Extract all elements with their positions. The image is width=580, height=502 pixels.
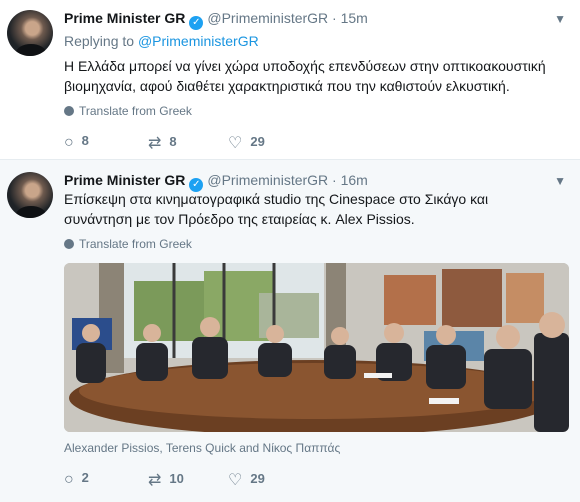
reply-button[interactable]: ○ 2 (64, 470, 89, 489)
tweet-reply[interactable]: Prime Minister GR ✓ @PrimeministerGR · 15m… (0, 0, 580, 160)
tweet-photo[interactable] (64, 263, 569, 432)
tweet-text-line: συνάντηση με τον Πρόεδρο της εταιρείας κ… (64, 211, 415, 227)
reply-count: 2 (81, 470, 89, 485)
meeting-photo (64, 263, 569, 432)
tweet-text-line: Επίσκεψη στα κινηματογραφικά studio της … (64, 191, 489, 207)
reply-icon: ○ (64, 134, 74, 151)
replying-to: Replying to @PrimeministerGR (64, 33, 259, 49)
translate-link[interactable]: Translate from Greek (64, 237, 192, 251)
dot-separator: · (328, 10, 341, 26)
avatar[interactable] (7, 172, 53, 218)
reply-icon: ○ (64, 471, 74, 488)
like-count: 29 (250, 471, 265, 486)
photo-caption[interactable]: Alexander Pissios, Terens Quick and Νίκο… (64, 441, 340, 455)
translate-label[interactable]: Translate from Greek (79, 237, 192, 251)
replying-prefix: Replying to (64, 33, 135, 49)
retweet-icon: ⇄ (148, 472, 162, 489)
reply-count: 8 (81, 133, 89, 148)
retweet-icon: ⇄ (148, 135, 162, 152)
author-handle[interactable]: @PrimeministerGR (207, 10, 328, 26)
globe-icon (64, 239, 74, 249)
chevron-down-icon[interactable]: ▼ (554, 174, 566, 188)
chevron-down-icon[interactable]: ▼ (554, 12, 566, 26)
translate-label[interactable]: Translate from Greek (79, 104, 192, 118)
retweet-button[interactable]: ⇄ 10 (148, 470, 184, 490)
tweet-time[interactable]: 16m (341, 172, 368, 188)
replying-handle-link[interactable]: @PrimeministerGR (138, 33, 259, 49)
like-button[interactable]: ♡ 29 (228, 133, 265, 153)
avatar[interactable] (7, 10, 53, 56)
tweet-text-line: Η Ελλάδα μπορεί να γίνει χώρα υποδοχής ε… (64, 58, 546, 74)
tweet-header: Prime Minister GR ✓ @PrimeministerGR · 15m (64, 10, 368, 30)
like-count: 29 (250, 134, 265, 149)
heart-icon: ♡ (228, 472, 243, 489)
tweet-text: Η Ελλάδα μπορεί να γίνει χώρα υποδοχής ε… (64, 56, 564, 96)
retweet-count: 10 (169, 471, 184, 486)
heart-icon: ♡ (228, 135, 243, 152)
verified-badge-icon: ✓ (189, 16, 204, 30)
author-handle[interactable]: @PrimeministerGR (207, 172, 328, 188)
retweet-button[interactable]: ⇄ 8 (148, 133, 177, 153)
tweet-text-line: βιομηχανία, αφού διαθέτει χαρακτηριστικά… (64, 78, 510, 94)
tweet-time[interactable]: 15m (341, 10, 368, 26)
retweet-count: 8 (169, 134, 177, 149)
globe-icon (64, 106, 74, 116)
like-button[interactable]: ♡ 29 (228, 470, 265, 490)
tweet-text: Επίσκεψη στα κινηματογραφικά studio της … (64, 189, 564, 229)
author-name[interactable]: Prime Minister GR (64, 172, 185, 188)
reply-button[interactable]: ○ 8 (64, 133, 89, 152)
dot-separator: · (328, 172, 341, 188)
translate-link[interactable]: Translate from Greek (64, 104, 192, 118)
author-name[interactable]: Prime Minister GR (64, 10, 185, 26)
